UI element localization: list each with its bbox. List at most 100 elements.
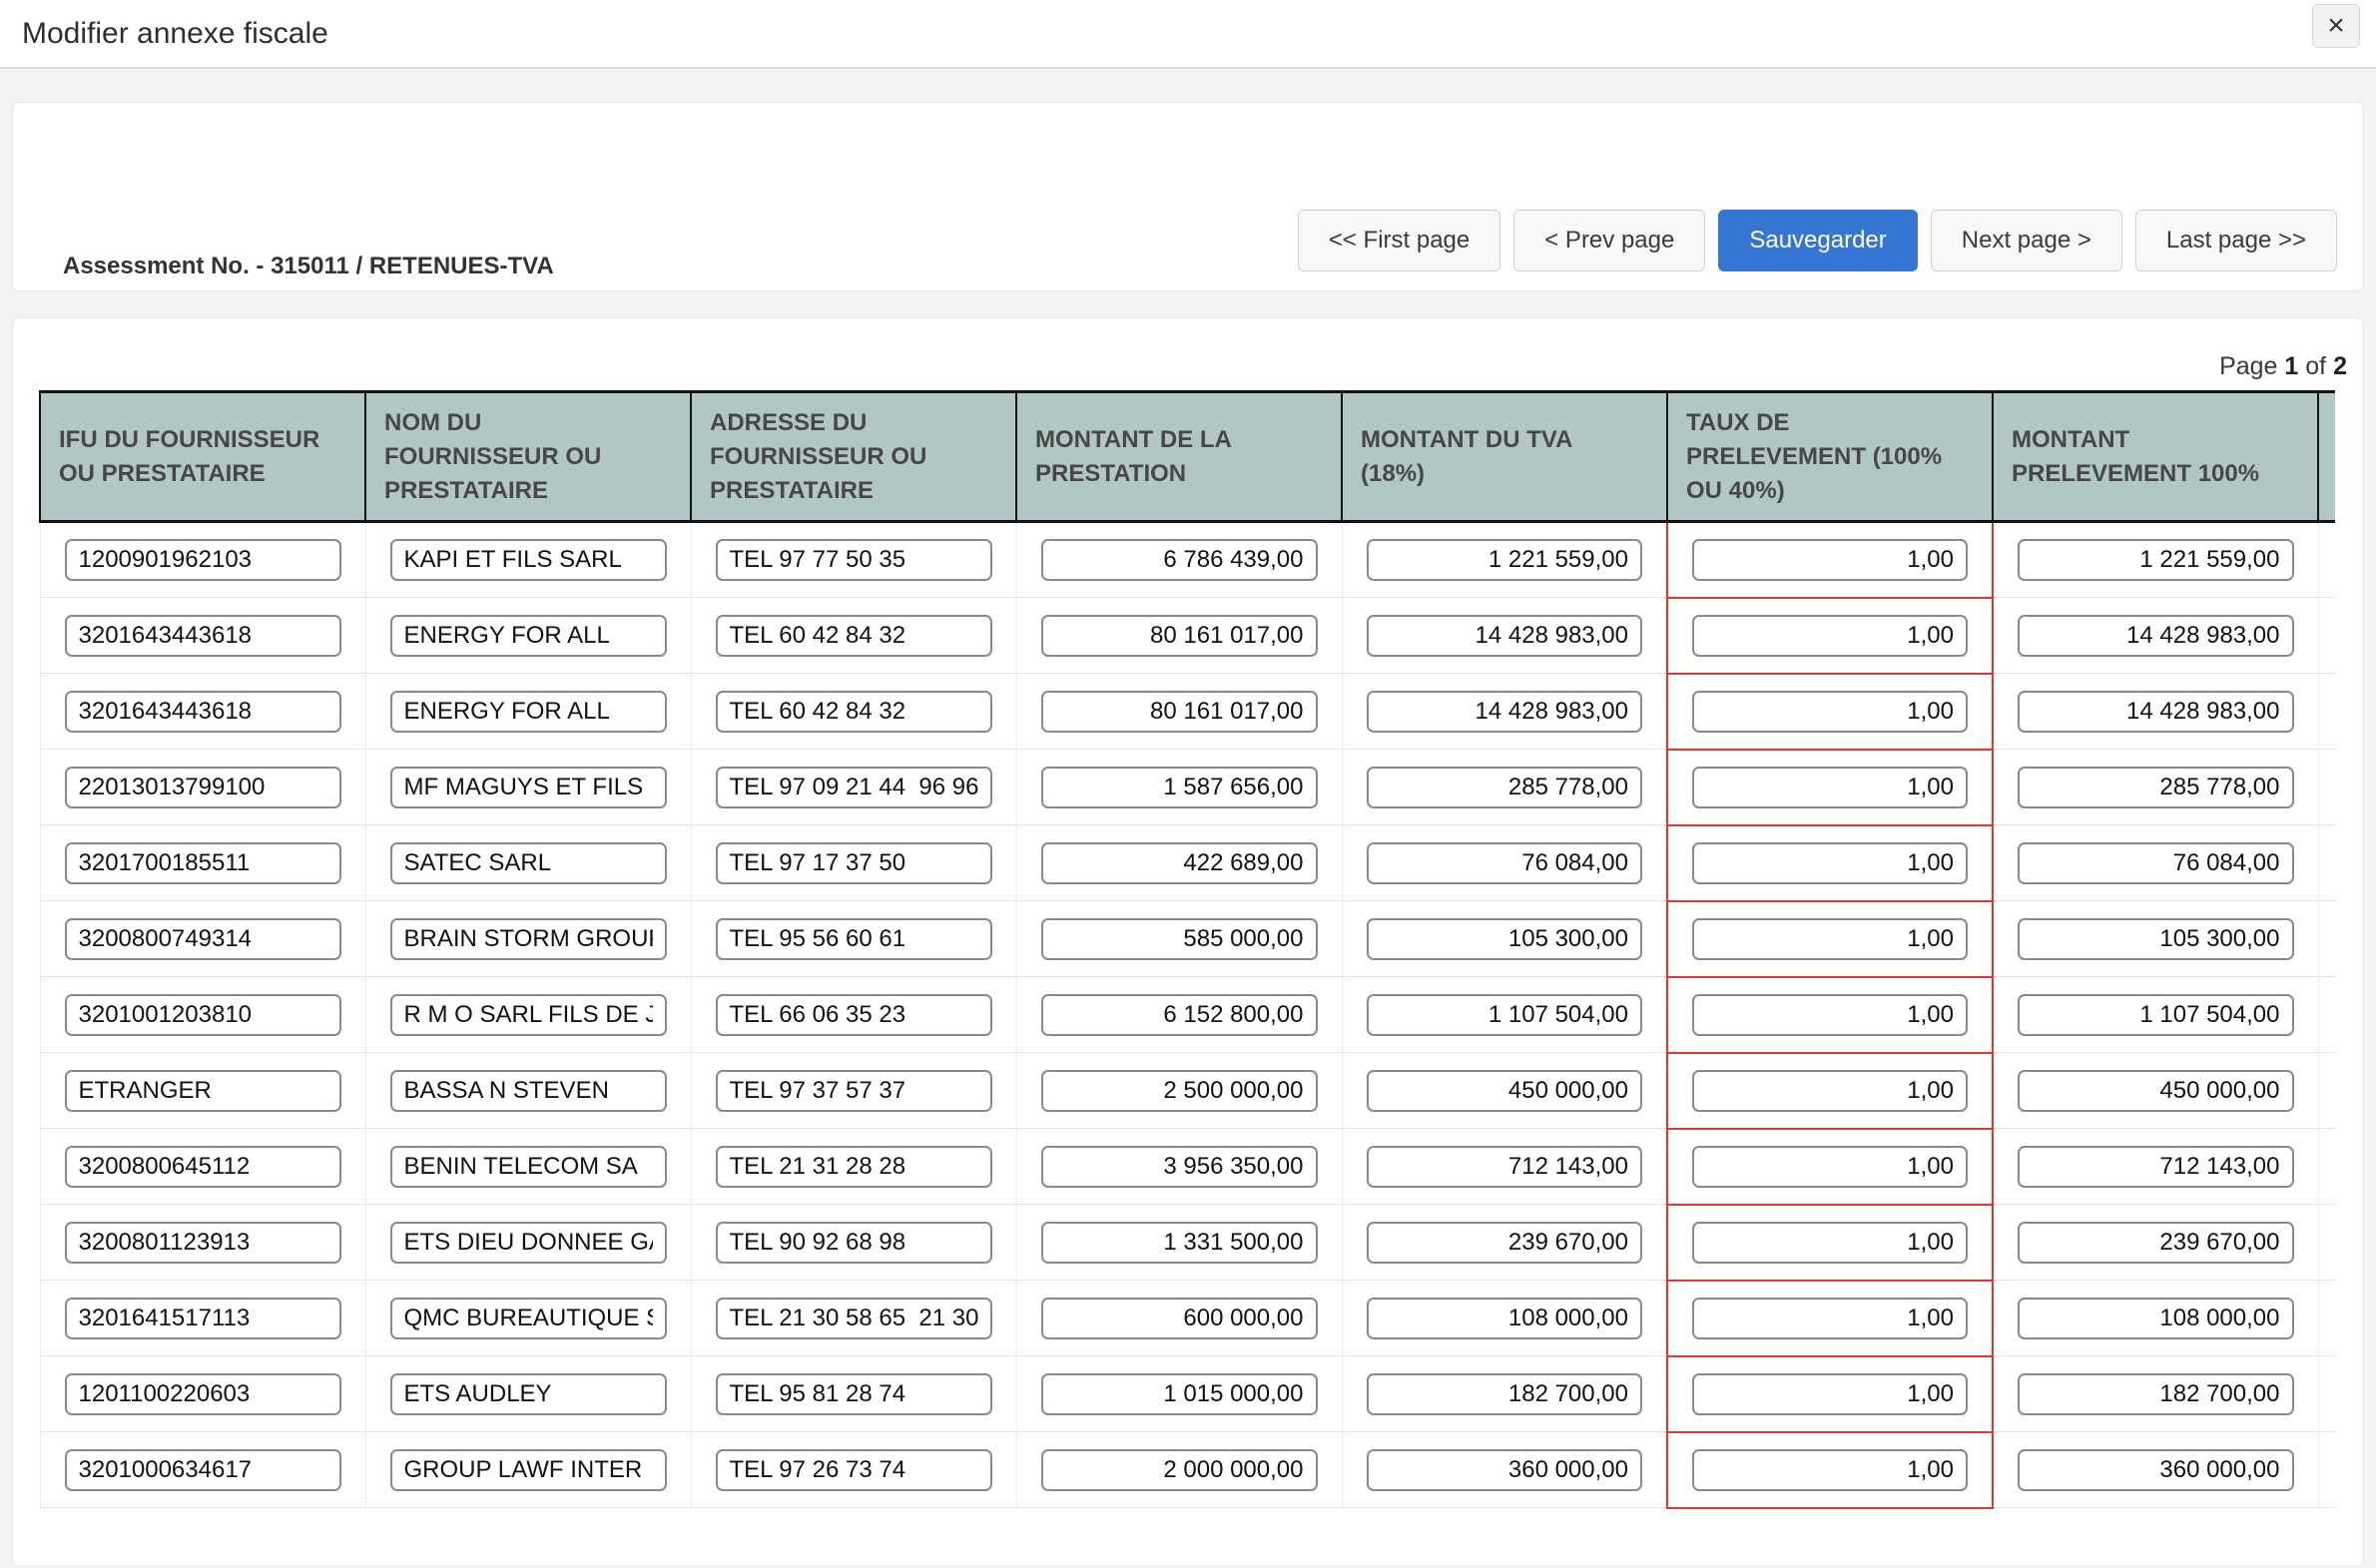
taux-prelevement-input[interactable]: [1692, 918, 1968, 960]
ifu-input[interactable]: [65, 539, 341, 581]
montant-prestation-input[interactable]: [1041, 994, 1318, 1036]
taux-prelevement-input[interactable]: [1692, 615, 1968, 657]
adresse-input[interactable]: [716, 1222, 992, 1264]
first-page-button[interactable]: << First page: [1298, 210, 1500, 271]
nom-input[interactable]: [390, 918, 667, 960]
taux-prelevement-input[interactable]: [1692, 1070, 1968, 1112]
montant-prelevement-input[interactable]: [2018, 842, 2294, 884]
nom-input[interactable]: [390, 1373, 667, 1415]
montant-tva-input[interactable]: [1367, 1373, 1643, 1415]
nom-input[interactable]: [390, 994, 667, 1036]
ifu-input[interactable]: [65, 691, 341, 733]
adresse-input[interactable]: [716, 539, 992, 581]
montant-prelevement-input[interactable]: [2018, 1222, 2294, 1264]
adresse-input[interactable]: [716, 767, 992, 808]
taux-prelevement-input[interactable]: [1692, 1222, 1968, 1264]
adresse-input[interactable]: [716, 994, 992, 1036]
montant-tva-input[interactable]: [1367, 767, 1643, 808]
montant-prelevement-input[interactable]: [2018, 691, 2294, 733]
montant-tva-input[interactable]: [1367, 615, 1643, 657]
prev-page-button[interactable]: < Prev page: [1513, 210, 1705, 271]
taux-prelevement-input[interactable]: [1692, 1298, 1968, 1339]
nom-input[interactable]: [390, 1298, 667, 1339]
nom-input[interactable]: [390, 1146, 667, 1188]
nom-input[interactable]: [390, 1222, 667, 1264]
montant-prelevement-input[interactable]: [2018, 994, 2294, 1036]
montant-tva-input[interactable]: [1367, 994, 1643, 1036]
save-button[interactable]: Sauvegarder: [1718, 210, 1917, 271]
montant-tva-input[interactable]: [1367, 539, 1643, 581]
taux-prelevement-input[interactable]: [1692, 691, 1968, 733]
montant-prestation-input[interactable]: [1041, 842, 1318, 884]
montant-prestation-input[interactable]: [1041, 1222, 1318, 1264]
montant-prestation-input[interactable]: [1041, 918, 1318, 960]
montant-tva-input[interactable]: [1367, 918, 1643, 960]
ifu-input[interactable]: [65, 842, 341, 884]
montant-prelevement-input[interactable]: [2018, 1070, 2294, 1112]
montant-prestation-input[interactable]: [1041, 1373, 1318, 1415]
last-page-button[interactable]: Last page >>: [2135, 210, 2337, 271]
adresse-input[interactable]: [716, 615, 992, 657]
montant-prelevement-input[interactable]: [2018, 1298, 2294, 1339]
next-page-button[interactable]: Next page >: [1931, 210, 2122, 271]
nom-input[interactable]: [390, 615, 667, 657]
montant-prestation-input[interactable]: [1041, 1070, 1318, 1112]
montant-prestation-input[interactable]: [1041, 1449, 1318, 1491]
adresse-input[interactable]: [716, 1449, 992, 1491]
adresse-input[interactable]: [716, 1373, 992, 1415]
nom-input[interactable]: [390, 767, 667, 808]
taux-prelevement-input[interactable]: [1692, 1449, 1968, 1491]
montant-prelevement-input[interactable]: [2018, 1146, 2294, 1188]
ifu-input[interactable]: [65, 1298, 341, 1339]
montant-tva-input[interactable]: [1367, 691, 1643, 733]
montant-prelevement-input[interactable]: [2018, 615, 2294, 657]
taux-prelevement-input[interactable]: [1692, 767, 1968, 808]
adresse-input[interactable]: [716, 842, 992, 884]
taux-prelevement-input[interactable]: [1692, 1146, 1968, 1188]
montant-prelevement-input[interactable]: [2018, 767, 2294, 808]
nom-input[interactable]: [390, 691, 667, 733]
nom-input[interactable]: [390, 1449, 667, 1491]
montant-prelevement-input[interactable]: [2018, 1449, 2294, 1491]
cell-montant-prelevement: [1993, 977, 2318, 1053]
ifu-input[interactable]: [65, 767, 341, 808]
nom-input[interactable]: [390, 1070, 667, 1112]
ifu-input[interactable]: [65, 918, 341, 960]
taux-prelevement-input[interactable]: [1692, 994, 1968, 1036]
montant-tva-input[interactable]: [1367, 1222, 1643, 1264]
montant-tva-input[interactable]: [1367, 842, 1643, 884]
taux-prelevement-input[interactable]: [1692, 539, 1968, 581]
ifu-input[interactable]: [65, 615, 341, 657]
montant-prestation-input[interactable]: [1041, 1146, 1318, 1188]
nom-input[interactable]: [390, 842, 667, 884]
adresse-input[interactable]: [716, 918, 992, 960]
montant-prestation-input[interactable]: [1041, 767, 1318, 808]
montant-prestation-input[interactable]: [1041, 615, 1318, 657]
montant-prelevement-input[interactable]: [2018, 918, 2294, 960]
montant-prestation-input[interactable]: [1041, 691, 1318, 733]
ifu-input[interactable]: [65, 1449, 341, 1491]
montant-tva-input[interactable]: [1367, 1070, 1643, 1112]
montant-tva-input[interactable]: [1367, 1449, 1643, 1491]
adresse-input[interactable]: [716, 1146, 992, 1188]
montant-prelevement-input[interactable]: [2018, 1373, 2294, 1415]
montant-prestation-input[interactable]: [1041, 539, 1318, 581]
adresse-input[interactable]: [716, 1070, 992, 1112]
ifu-input[interactable]: [65, 1070, 341, 1112]
adresse-input[interactable]: [716, 691, 992, 733]
taux-prelevement-input[interactable]: [1692, 1373, 1968, 1415]
montant-tva-input[interactable]: [1367, 1298, 1643, 1339]
taux-prelevement-input[interactable]: [1692, 842, 1968, 884]
montant-prestation-input[interactable]: [1041, 1298, 1318, 1339]
cell-montant-tva: [1342, 1281, 1667, 1356]
ifu-input[interactable]: [65, 1222, 341, 1264]
ifu-input[interactable]: [65, 994, 341, 1036]
ifu-input[interactable]: [65, 1146, 341, 1188]
close-button[interactable]: ×: [2312, 4, 2360, 48]
ifu-input[interactable]: [65, 1373, 341, 1415]
montant-prelevement-input[interactable]: [2018, 539, 2294, 581]
montant-tva-input[interactable]: [1367, 1146, 1643, 1188]
header-montant-prelevement: MONTANT PRELEVEMENT 100%: [1993, 392, 2318, 522]
adresse-input[interactable]: [716, 1298, 992, 1339]
nom-input[interactable]: [390, 539, 667, 581]
